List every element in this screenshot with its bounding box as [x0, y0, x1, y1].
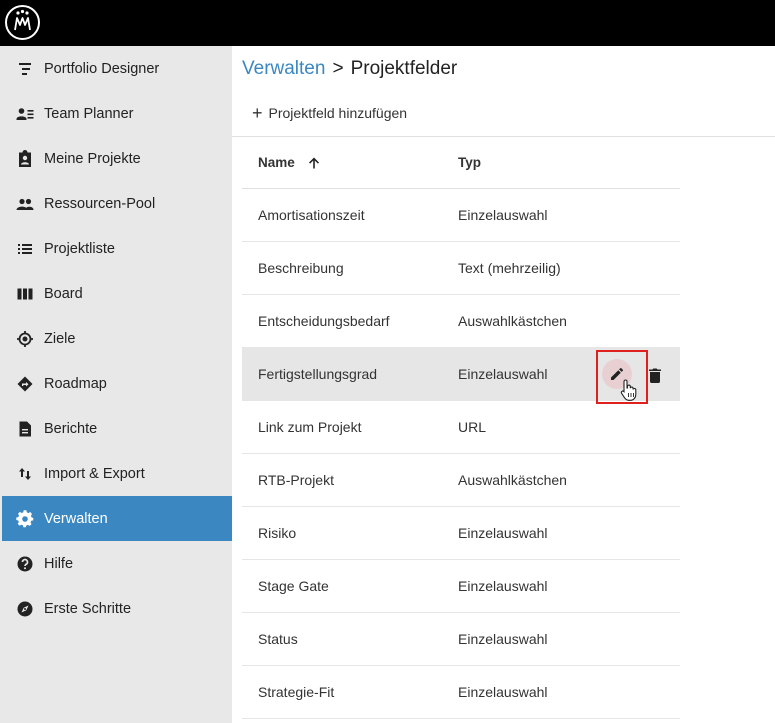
cell-type: Auswahlkästchen — [458, 472, 567, 488]
table-row[interactable]: Link zum Projekt URL — [242, 401, 680, 454]
cell-type: Einzelauswahl — [458, 207, 548, 223]
sidebar-item-label: Import & Export — [44, 465, 145, 482]
sidebar-item-label: Portfolio Designer — [44, 60, 160, 77]
gear-icon — [16, 509, 34, 528]
cell-name: Stage Gate — [258, 578, 329, 594]
sidebar-item-team-planner[interactable]: Team Planner — [2, 91, 232, 136]
column-header-type[interactable]: Typ — [458, 155, 481, 170]
project-fields-table: Name Typ Amortisationszeit Einzelauswahl… — [242, 136, 680, 719]
sidebar-item-label: Roadmap — [44, 375, 107, 392]
import-export-icon — [16, 465, 34, 483]
sidebar-item-hilfe[interactable]: Hilfe — [2, 541, 232, 586]
table-row[interactable]: Status Einzelauswahl — [242, 613, 680, 666]
sidebar-item-label: Projektliste — [44, 240, 115, 257]
hand-cursor-icon — [620, 379, 637, 401]
table-header: Name Typ — [242, 136, 680, 189]
sidebar-item-meine-projekte[interactable]: Meine Projekte — [2, 136, 232, 181]
cell-type: Einzelauswahl — [458, 578, 548, 594]
cell-type: Text (mehrzeilig) — [458, 260, 561, 276]
cell-type: Einzelauswahl — [458, 366, 548, 382]
sidebar-item-label: Ziele — [44, 330, 76, 347]
target-icon — [16, 330, 34, 348]
team-planner-icon — [16, 105, 34, 123]
sidebar-item-label: Berichte — [44, 420, 98, 437]
sidebar-item-portfolio-designer[interactable]: Portfolio Designer — [2, 46, 232, 91]
cell-name: Risiko — [258, 525, 297, 541]
mm-logo-icon[interactable] — [5, 5, 40, 40]
cell-type: Einzelauswahl — [458, 631, 548, 647]
cell-name: RTB-Projekt — [258, 472, 334, 488]
delete-field-button[interactable] — [647, 366, 663, 384]
page-title: Projektfelder — [350, 58, 458, 79]
compass-icon — [16, 600, 34, 618]
table-row[interactable]: Strategie-Fit Einzelauswahl — [242, 666, 680, 719]
table-row[interactable]: Stage Gate Einzelauswahl — [242, 560, 680, 613]
sidebar-item-verwalten[interactable]: Verwalten — [2, 496, 232, 541]
sidebar-item-berichte[interactable]: Berichte — [2, 406, 232, 451]
list-icon — [16, 240, 34, 258]
sidebar-item-label: Hilfe — [44, 555, 74, 572]
table-row[interactable]: RTB-Projekt Auswahlkästchen — [242, 454, 680, 507]
table-row[interactable]: Beschreibung Text (mehrzeilig) — [242, 242, 680, 295]
clipboard-person-icon — [16, 149, 34, 168]
document-icon — [16, 420, 34, 438]
sidebar-item-erste-schritte[interactable]: Erste Schritte — [2, 586, 232, 631]
plus-icon: + — [252, 103, 263, 123]
sidebar-item-label: Verwalten — [44, 510, 108, 527]
sidebar-item-label: Ressourcen-Pool — [44, 195, 156, 212]
portfolio-designer-icon — [16, 60, 34, 78]
cell-name: Entscheidungsbedarf — [258, 313, 390, 329]
help-icon — [16, 555, 34, 573]
sidebar-item-board[interactable]: Board — [2, 271, 232, 316]
board-columns-icon — [16, 285, 34, 303]
add-project-field-label: Projektfeld hinzufügen — [268, 105, 408, 121]
cell-name: Amortisationszeit — [258, 207, 365, 223]
sidebar-item-import-export[interactable]: Import & Export — [2, 451, 232, 496]
breadcrumb: Verwalten > Projektfelder — [242, 58, 457, 80]
breadcrumb-link-verwalten[interactable]: Verwalten — [242, 58, 325, 80]
sidebar-item-label: Meine Projekte — [44, 150, 141, 167]
cell-type: Einzelauswahl — [458, 525, 548, 541]
column-header-name[interactable]: Name — [258, 155, 321, 170]
cell-name: Status — [258, 631, 298, 647]
cell-name: Fertigstellungsgrad — [258, 366, 378, 382]
cell-type: URL — [458, 419, 487, 435]
people-icon — [16, 195, 34, 213]
sidebar-item-label: Erste Schritte — [44, 600, 132, 617]
main-content: Verwalten > Projektfelder + Projektfeld … — [232, 46, 775, 723]
cell-name: Link zum Projekt — [258, 419, 362, 435]
table-row-hovered[interactable]: Fertigstellungsgrad Einzelauswahl — [242, 348, 680, 404]
table-row[interactable]: Amortisationszeit Einzelauswahl — [242, 189, 680, 242]
sidebar-item-ressourcen-pool[interactable]: Ressourcen-Pool — [2, 181, 232, 226]
table-row[interactable]: Entscheidungsbedarf Auswahlkästchen — [242, 295, 680, 348]
sidebar-item-label: Team Planner — [44, 105, 134, 122]
sidebar: Portfolio Designer Team Planner Meine Pr… — [0, 46, 232, 723]
breadcrumb-separator: > — [332, 58, 344, 79]
table-row[interactable]: Risiko Einzelauswahl — [242, 507, 680, 560]
arrow-up-icon — [308, 157, 319, 168]
column-header-name-label: Name — [258, 155, 295, 170]
add-project-field-button[interactable]: + Projektfeld hinzufügen — [252, 102, 407, 124]
cell-name: Beschreibung — [258, 260, 344, 276]
trash-icon — [649, 368, 661, 383]
cell-type: Auswahlkästchen — [458, 313, 567, 329]
sidebar-item-roadmap[interactable]: Roadmap — [2, 361, 232, 406]
roadmap-diamond-icon — [16, 375, 34, 393]
cell-name: Strategie-Fit — [258, 684, 335, 700]
sidebar-item-label: Board — [44, 285, 83, 302]
sidebar-item-ziele[interactable]: Ziele — [2, 316, 232, 361]
sidebar-item-projektliste[interactable]: Projektliste — [2, 226, 232, 271]
cell-type: Einzelauswahl — [458, 684, 548, 700]
top-bar — [0, 0, 775, 46]
